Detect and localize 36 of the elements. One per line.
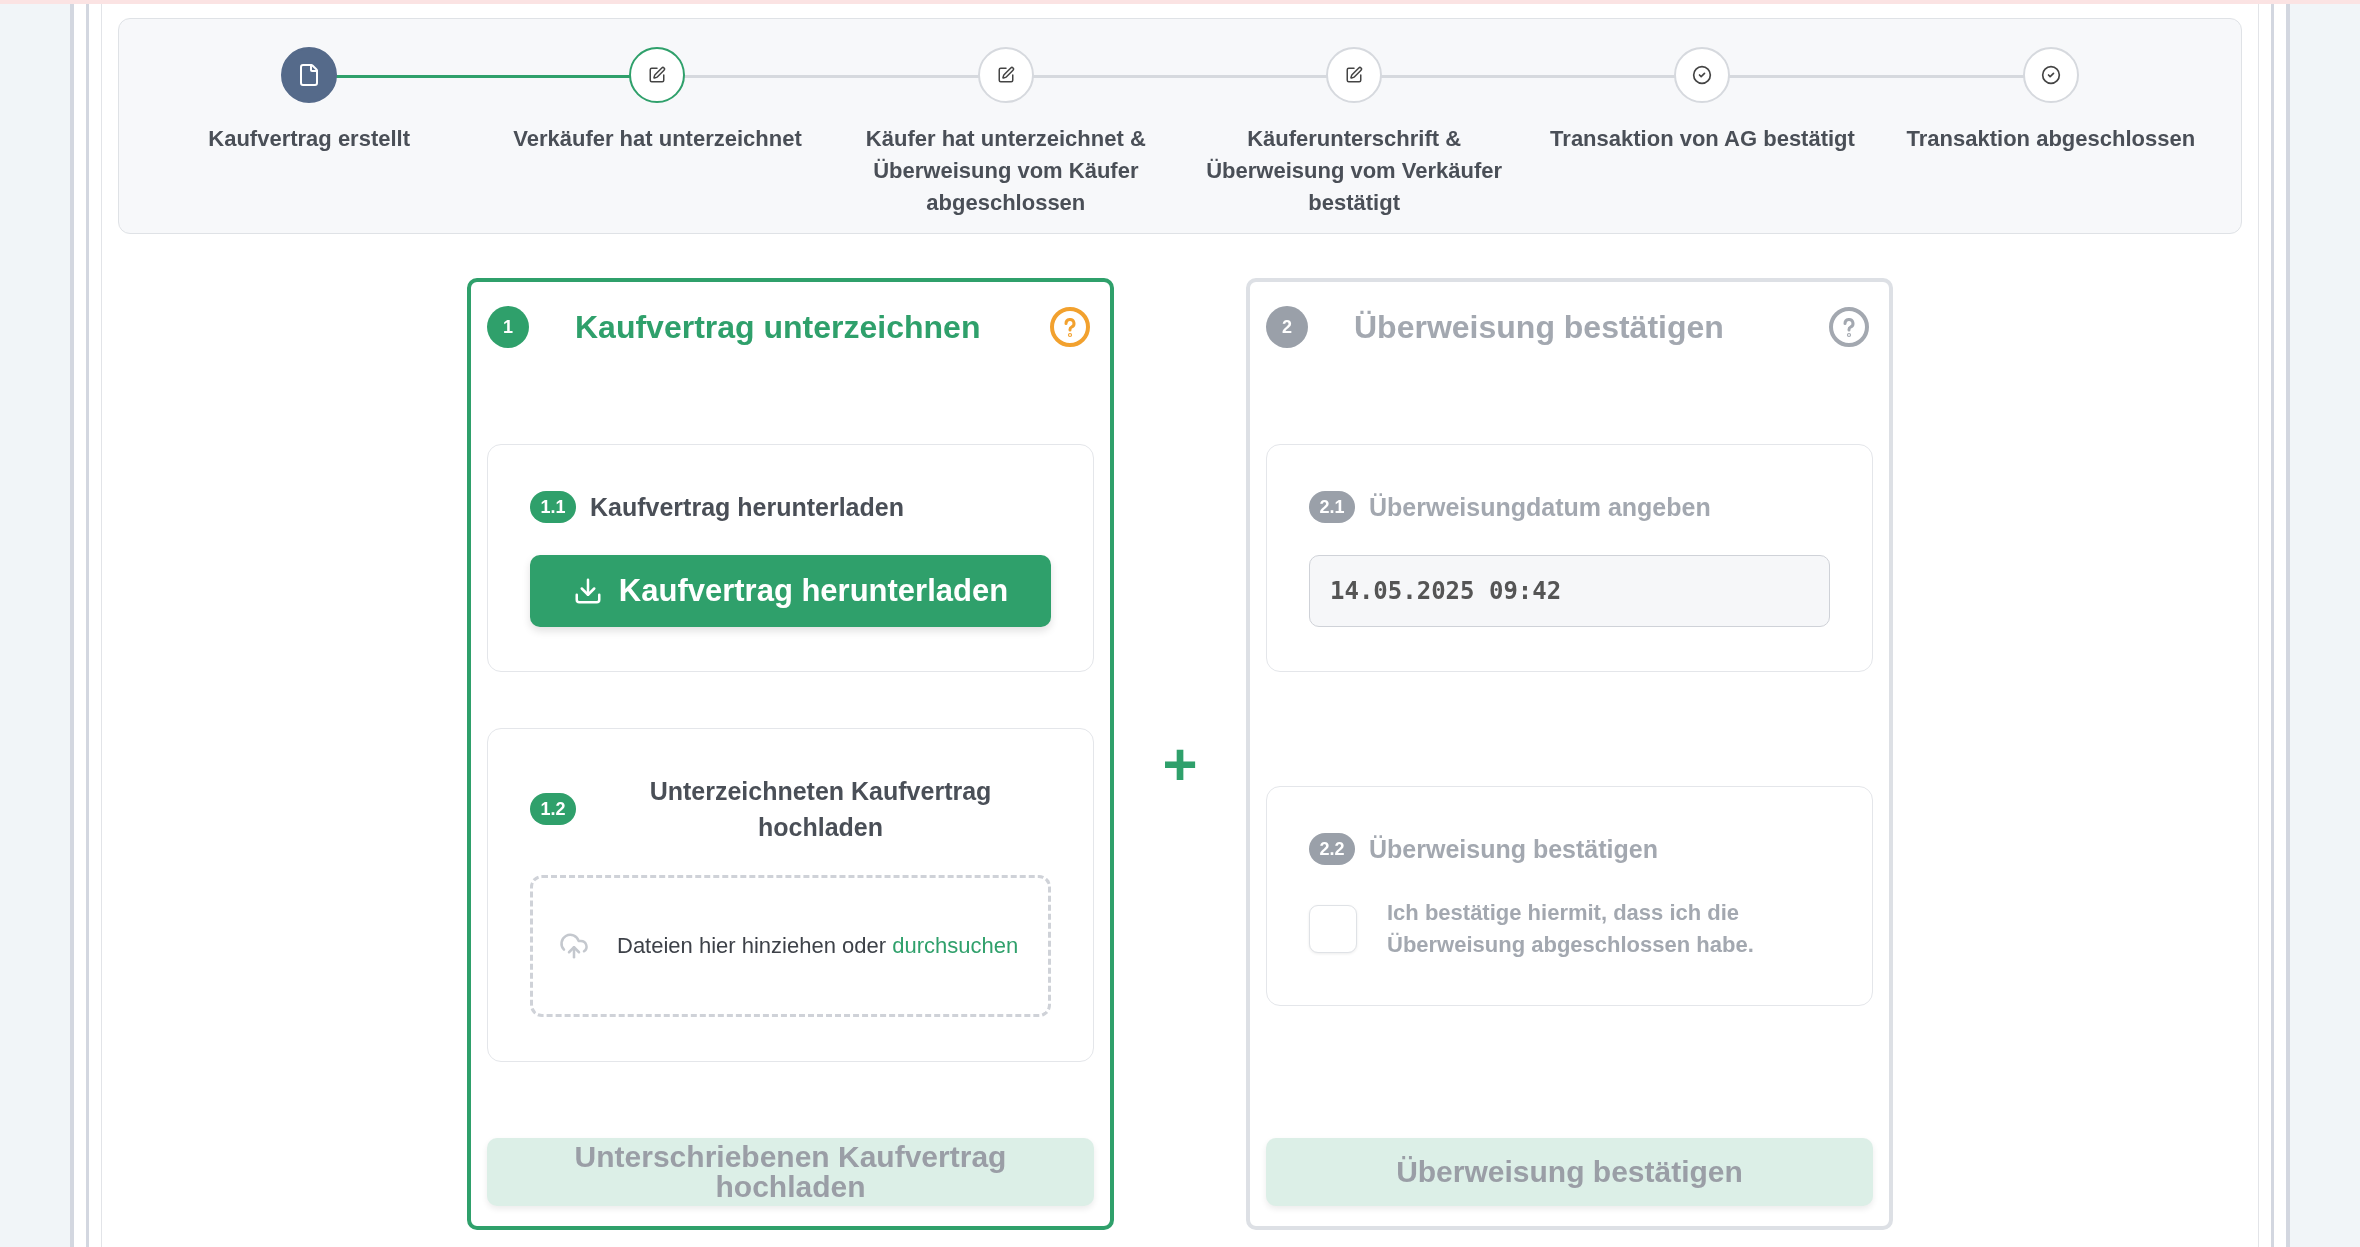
dropzone-text: Dateien hier hinziehen oder durchsuchen bbox=[617, 933, 1019, 959]
date-field[interactable]: 14.05.2025 09:42 bbox=[1309, 555, 1830, 627]
edit-icon bbox=[996, 66, 1015, 84]
step-label: Käufer hat unterzeichnet & Überweisung vom Käufer abgeschlossen bbox=[864, 125, 1147, 217]
cloud-upload-icon bbox=[559, 931, 589, 961]
card-title: Überweisung bestätigen bbox=[1354, 308, 1725, 346]
browse-link[interactable]: durchsuchen bbox=[892, 933, 1019, 958]
download-button[interactable]: Kaufvertrag herunterladen bbox=[530, 555, 1051, 627]
checkbox[interactable] bbox=[1309, 905, 1357, 953]
card-title: Kaufvertrag unterzeichnen bbox=[575, 308, 982, 346]
section-title: Überweisung bestätigen bbox=[1369, 834, 1658, 865]
edit-icon bbox=[1345, 66, 1364, 84]
check-circle-icon bbox=[2040, 65, 2061, 85]
step-number-badge: 2.2 bbox=[1309, 833, 1355, 865]
step-label: Transaktion abgeschlossen bbox=[1906, 125, 2196, 153]
edit-icon bbox=[648, 66, 667, 84]
step-number-badge: 1.1 bbox=[530, 491, 576, 523]
step-number-badge: 1.2 bbox=[530, 793, 576, 825]
submit-button[interactable]: Überweisung bestätigen bbox=[1266, 1138, 1873, 1206]
step-label: Transaktion von AG bestätigt bbox=[1550, 125, 1855, 153]
help-icon[interactable] bbox=[1829, 307, 1869, 347]
section-title: Unterzeichneten Kaufvertrag hochladen bbox=[648, 776, 993, 843]
step-label: Käuferunterschrift & Überweisung vom Verkäufer bestätigt bbox=[1205, 125, 1504, 217]
file-dropzone[interactable]: Dateien hier hinziehen oder durchsuchen bbox=[530, 875, 1051, 1017]
submit-button[interactable]: Unterschriebenen Kaufvertrag hochladen bbox=[487, 1138, 1094, 1206]
step-number-badge: 2.1 bbox=[1309, 491, 1355, 523]
help-icon[interactable] bbox=[1050, 307, 1090, 347]
step-number-badge: 1 bbox=[487, 306, 529, 348]
check-circle-icon bbox=[1692, 65, 1713, 85]
step-number-badge: 2 bbox=[1266, 306, 1308, 348]
checkbox-label: Ich bestätige hiermit, dass ich die Überweisung abgeschlossen habe. bbox=[1387, 899, 1755, 959]
step-label: Verkäufer hat unterzeichnet bbox=[513, 125, 802, 153]
step-label: Kaufvertrag erstellt bbox=[208, 125, 411, 153]
section-title: Kaufvertrag herunterladen bbox=[590, 492, 904, 523]
plus-sign: + bbox=[1161, 729, 1199, 800]
section-title: Überweisungdatum angeben bbox=[1369, 492, 1711, 523]
